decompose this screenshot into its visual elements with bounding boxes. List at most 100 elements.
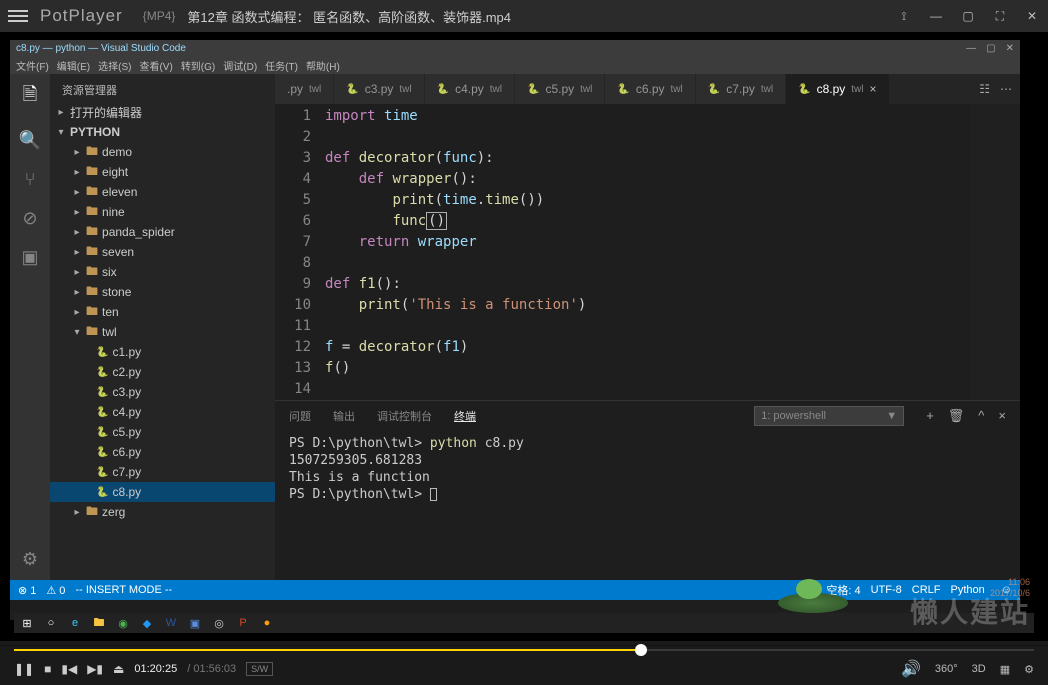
panel-tab-problems[interactable]: 问题 (289, 408, 311, 424)
folder-stone[interactable]: ▸🖿stone (50, 282, 275, 302)
bottom-panel: 问题 输出 调试控制台 终端 1: powershell▼ + 🗑 ^ × (275, 400, 1020, 580)
vsc-min-icon[interactable]: — (966, 43, 976, 54)
file-c3[interactable]: 🐍c3.py (50, 382, 275, 402)
vscode-titlebar: c8.py — python — Visual Studio Code — ▢ ✕ (10, 40, 1020, 56)
gear-icon[interactable]: ⚙ (22, 549, 38, 570)
start-icon[interactable]: ⊞ (18, 615, 36, 631)
folder-twl[interactable]: ▾🖿twl (50, 322, 275, 342)
vsc-max-icon[interactable]: ▢ (986, 43, 995, 54)
folder-panda-spider[interactable]: ▸🖿panda_spider (50, 222, 275, 242)
tab-c5[interactable]: 🐍c5.pytwl (515, 74, 605, 104)
app-icon[interactable]: ● (258, 615, 276, 631)
explorer-icon[interactable]: 🗎 (23, 82, 37, 112)
ppt-icon[interactable]: P (234, 615, 252, 631)
section-open-editors[interactable]: ▸打开的编辑器 (50, 102, 275, 122)
split-editor-icon[interactable]: ☷ (979, 82, 990, 96)
folder-seven[interactable]: ▸🖿seven (50, 242, 275, 262)
prev-button[interactable]: ▮◀ (61, 662, 77, 676)
code-editor[interactable]: 1234567891011121314 import time def deco… (275, 104, 1020, 400)
status-warnings[interactable]: ⚠ 0 (46, 584, 65, 597)
tab-c6[interactable]: 🐍c6.pytwl (605, 74, 695, 104)
menu-goto[interactable]: 转到(G) (181, 58, 215, 73)
search-icon[interactable]: 🔍 (19, 130, 41, 151)
file-c1[interactable]: 🐍c1.py (50, 342, 275, 362)
menu-debug[interactable]: 调试(D) (223, 58, 257, 73)
file-c6[interactable]: 🐍c6.py (50, 442, 275, 462)
stop-button[interactable]: ■ (44, 662, 51, 676)
next-button[interactable]: ▶▮ (87, 662, 103, 676)
trash-icon[interactable]: 🗑 (948, 408, 965, 424)
file-c5[interactable]: 🐍c5.py (50, 422, 275, 442)
file-c4[interactable]: 🐍c4.py (50, 402, 275, 422)
extensions-icon[interactable]: ▣ (21, 247, 38, 268)
maximize-panel-icon[interactable]: ^ (978, 408, 984, 424)
menu-tasks[interactable]: 任务(T) (265, 58, 298, 73)
volume-icon[interactable]: 🔊 (901, 659, 921, 679)
progress-bar[interactable] (0, 645, 1048, 653)
maximize-icon[interactable]: ▢ (960, 8, 976, 24)
folder-eight[interactable]: ▸🖿eight (50, 162, 275, 182)
vscode-taskbar-icon[interactable]: ▣ (186, 615, 204, 631)
tab-c8[interactable]: 🐍c8.pytwl× (786, 74, 889, 104)
git-icon[interactable]: ⑂ (25, 169, 36, 190)
folder-ten[interactable]: ▸🖿ten (50, 302, 275, 322)
terminal-dropdown[interactable]: 1: powershell▼ (754, 406, 904, 426)
wechat-icon[interactable]: ◉ (114, 615, 132, 631)
more-icon[interactable]: ⋯ (1000, 82, 1012, 96)
minimize-icon[interactable]: — (928, 8, 944, 24)
tim-icon[interactable]: ◆ (138, 615, 156, 631)
menu-help[interactable]: 帮助(H) (306, 58, 340, 73)
line-numbers: 1234567891011121314 (275, 106, 325, 400)
vr-360-button[interactable]: 360° (935, 663, 958, 675)
close-icon[interactable]: ✕ (1024, 8, 1040, 24)
folder-zerg[interactable]: ▸🖿zerg (50, 502, 275, 522)
section-root[interactable]: ▾PYTHON (50, 122, 275, 142)
menu-select[interactable]: 选择(S) (98, 58, 131, 73)
folder-six[interactable]: ▸🖿six (50, 262, 275, 282)
video-viewport[interactable]: c8.py — python — Visual Studio Code —▢✕ … (0, 32, 1048, 641)
vsc-close-icon[interactable]: ✕ (1006, 43, 1014, 54)
eject-button[interactable]: ⏏ (113, 662, 124, 676)
folder-nine[interactable]: ▸🖿nine (50, 202, 275, 222)
status-encoding[interactable]: UTF-8 (871, 584, 902, 596)
playlist-icon[interactable]: ▦ (1000, 663, 1010, 676)
folder-demo[interactable]: ▸🖿demo (50, 142, 275, 162)
hamburger-menu-icon[interactable] (8, 10, 28, 22)
file-c8[interactable]: 🐍c8.py (50, 482, 275, 502)
terminal-output[interactable]: PS D:\python\twl> python c8.py 150725930… (275, 431, 1020, 580)
pin-icon[interactable]: ⟟ (896, 8, 912, 24)
file-c2[interactable]: 🐍c2.py (50, 362, 275, 382)
menu-file[interactable]: 文件(F) (16, 58, 49, 73)
code-content: import time def decorator(func): def wra… (325, 106, 1020, 400)
tab-c4[interactable]: 🐍c4.pytwl (425, 74, 515, 104)
folder-eleven[interactable]: ▸🖿eleven (50, 182, 275, 202)
vscode-menubar: 文件(F) 编辑(E) 选择(S) 查看(V) 转到(G) 调试(D) 任务(T… (10, 56, 1020, 74)
menu-view[interactable]: 查看(V) (139, 58, 172, 73)
word-icon[interactable]: W (162, 615, 180, 631)
settings-gear-icon[interactable]: ⚙ (1024, 663, 1034, 676)
cortana-icon[interactable]: ○ (42, 615, 60, 631)
status-errors[interactable]: ⊗ 1 (18, 584, 36, 597)
chrome-icon[interactable]: ◎ (210, 615, 228, 631)
menu-edit[interactable]: 编辑(E) (57, 58, 90, 73)
3d-button[interactable]: 3D (972, 663, 986, 675)
minimap[interactable] (970, 104, 1020, 400)
debug-icon[interactable]: ⊘ (22, 208, 37, 229)
close-panel-icon[interactable]: × (998, 408, 1006, 424)
panel-tab-output[interactable]: 输出 (333, 408, 355, 424)
tab-close-icon[interactable]: × (870, 82, 877, 96)
panel-tab-debug[interactable]: 调试控制台 (377, 408, 432, 424)
vscode-title-text: c8.py — python — Visual Studio Code (16, 43, 186, 54)
potplayer-titlebar: PotPlayer {MP4} 第12章 函数式编程： 匿名函数、高阶函数、装饰… (0, 0, 1048, 32)
folder-icon[interactable]: 🖿 (90, 615, 108, 631)
tab-c3[interactable]: 🐍c3.pytwl (334, 74, 424, 104)
file-c7[interactable]: 🐍c7.py (50, 462, 275, 482)
tab-partial[interactable]: .pytwl (275, 74, 334, 104)
pause-button[interactable]: ❚❚ (14, 662, 34, 676)
edge-icon[interactable]: e (66, 615, 84, 631)
sw-badge[interactable]: S/W (246, 662, 273, 676)
fullscreen-icon[interactable]: ⛶ (992, 8, 1008, 24)
tab-c7[interactable]: 🐍c7.pytwl (696, 74, 786, 104)
panel-tab-terminal[interactable]: 终端 (454, 408, 476, 424)
new-terminal-icon[interactable]: + (926, 408, 934, 424)
